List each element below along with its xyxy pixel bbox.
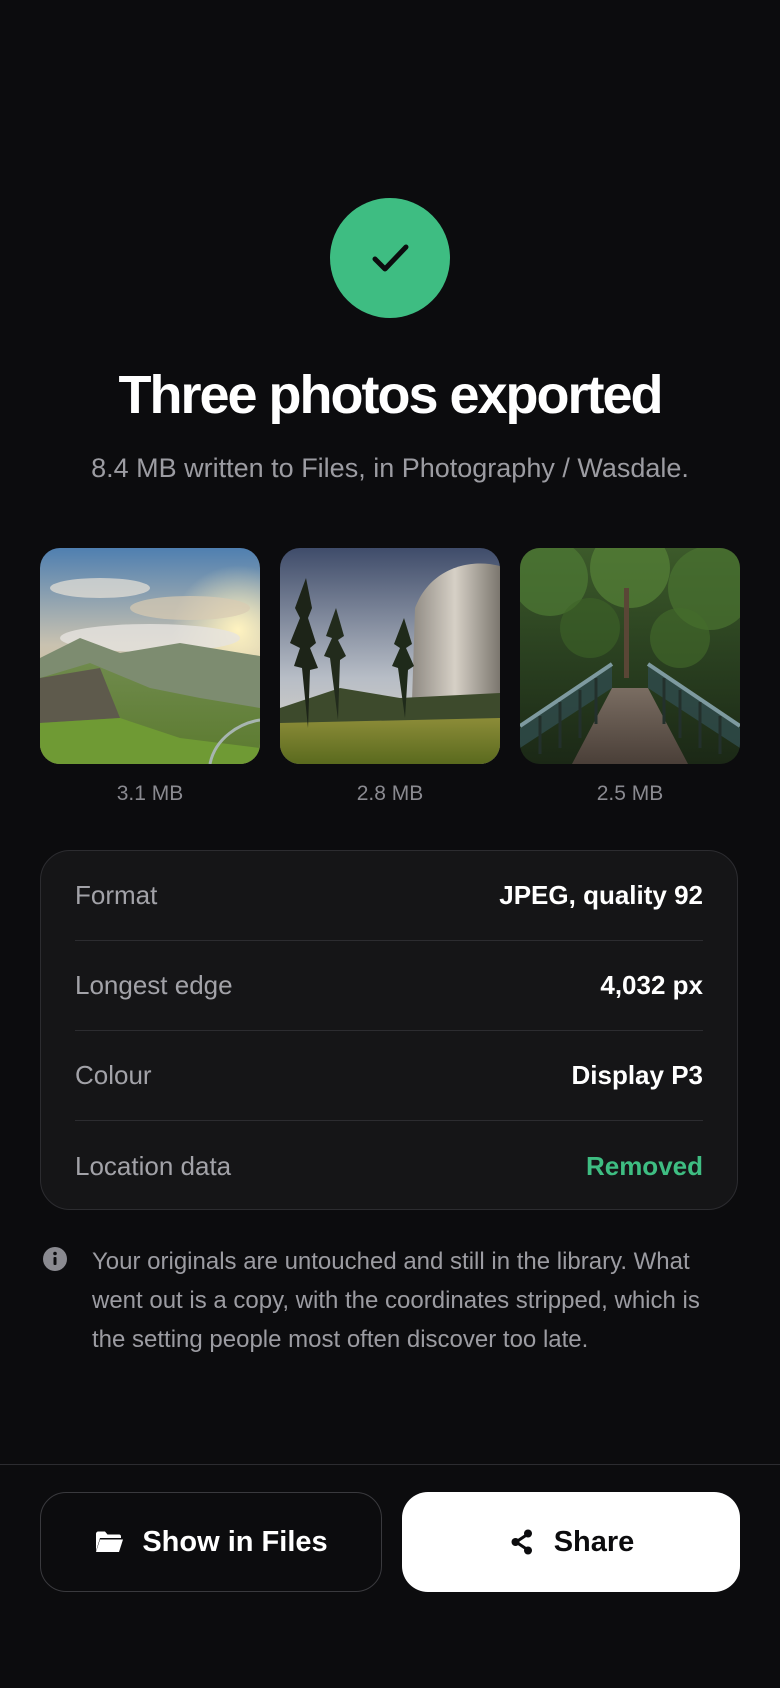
photo-item[interactable]: 2.8 MB [280, 548, 500, 808]
info-note: Your originals are untouched and still i… [42, 1242, 742, 1359]
detail-row-location-data: Location data Removed [75, 1121, 703, 1211]
show-in-files-button[interactable]: Show in Files [40, 1492, 382, 1592]
photo-thumbnails: 3.1 MB 2.8 MB 2.5 MB [40, 548, 740, 808]
export-details-card: Format JPEG, quality 92 Longest edge 4,0… [40, 850, 738, 1210]
detail-value: 4,032 px [600, 970, 703, 1000]
photo-item[interactable]: 3.1 MB [40, 548, 260, 808]
location-status-value: Removed [585, 1150, 703, 1181]
detail-label: Format [75, 880, 158, 910]
photo-size: 2.5 MB [596, 782, 664, 805]
export-summary: 8.4 MB written to Files, in Photography … [91, 453, 689, 483]
detail-label: Longest edge [75, 970, 233, 1000]
detail-value: JPEG, quality 92 [499, 880, 703, 910]
info-note-text: Your originals are untouched and still i… [92, 1248, 700, 1353]
share-button[interactable]: Share [402, 1492, 740, 1592]
page-title: Three photos exported [118, 365, 663, 425]
detail-row-longest-edge: Longest edge 4,032 px [75, 941, 703, 1031]
share-label: Share [553, 1525, 635, 1558]
photo-size: 3.1 MB [116, 782, 184, 805]
detail-label: Location data [75, 1150, 232, 1181]
bridge-photo-thumbnail[interactable] [520, 548, 740, 764]
photo-size: 2.8 MB [356, 782, 424, 805]
info-icon [42, 1246, 68, 1272]
detail-row-format: Format JPEG, quality 92 [75, 851, 703, 941]
detail-value: Display P3 [571, 1060, 703, 1090]
detail-label: Colour [75, 1060, 152, 1090]
photo-item[interactable]: 2.5 MB [520, 548, 740, 808]
success-check-icon [330, 198, 450, 318]
landscape-photo-thumbnail[interactable] [40, 548, 260, 764]
show-in-files-label: Show in Files [142, 1525, 328, 1558]
share-icon [508, 1528, 536, 1556]
detail-row-colour: Colour Display P3 [75, 1031, 703, 1121]
valley-photo-thumbnail[interactable] [280, 548, 500, 764]
footer-divider [0, 1464, 780, 1465]
folder-icon [94, 1529, 124, 1555]
